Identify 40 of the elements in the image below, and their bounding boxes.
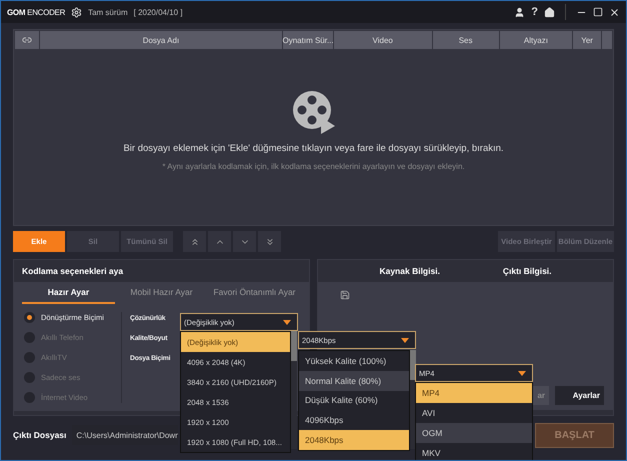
save-icon[interactable]: [340, 290, 350, 300]
link-icon[interactable]: [22, 35, 32, 45]
dropdown-option[interactable]: 2048Kbps: [299, 430, 409, 450]
help-button[interactable]: ?: [531, 6, 538, 18]
column-header[interactable]: Yer: [573, 31, 601, 49]
preset-tab[interactable]: Favori Öntanımlı Ayar: [208, 282, 301, 304]
close-icon[interactable]: [609, 6, 620, 18]
info-tab[interactable]: Çıktı Bilgisi.: [502, 266, 552, 276]
radio-button[interactable]: [24, 352, 35, 363]
column-header[interactable]: Dosya Adı: [40, 31, 282, 49]
version-date: [ 2020/04/10 ]: [134, 8, 183, 16]
settings-button[interactable]: Ayarlar: [555, 386, 604, 405]
film-reel-icon: [290, 88, 336, 134]
output-label: Çıktı Dosyası: [13, 430, 66, 440]
column-header[interactable]: Video: [334, 31, 432, 49]
column-header[interactable]: Ses: [432, 31, 498, 49]
radio-button[interactable]: [24, 372, 35, 383]
dropdown-option[interactable]: Normal Kalite (80%): [299, 370, 409, 391]
empty-list-message: Bir dosyayı eklemek için 'Ekle' düğmesine tıklayın veya fare ile dosyayı sürükleyip, bırakın.: [123, 142, 504, 154]
column-header[interactable]: Altyazı: [500, 31, 572, 49]
radio-button[interactable]: [24, 392, 35, 403]
maximize-icon[interactable]: [593, 7, 603, 17]
caret-icon: [283, 320, 291, 324]
home-icon[interactable]: [544, 6, 555, 18]
caret-icon: [518, 370, 526, 376]
hint-text: * Aynı ayarlarla kodlamak için, ilk kodlama seçeneklerini ayarlayın ve dosyayı ekleyin.: [162, 162, 465, 170]
info-tab[interactable]: Kaynak Bilgisi.: [379, 266, 440, 276]
dropdown-option[interactable]: MP4: [416, 383, 532, 403]
radio-button[interactable]: [24, 332, 35, 343]
user-icon[interactable]: [514, 6, 526, 18]
caret-icon: [401, 338, 409, 342]
radio-button[interactable]: [24, 312, 35, 323]
app-logo: GOM ENCODER: [7, 8, 66, 16]
settings-icon[interactable]: [71, 6, 82, 18]
column-header[interactable]: Oynatım Sür...: [283, 31, 333, 49]
edition-label: Tam sürüm: [88, 8, 128, 16]
preset-tab[interactable]: Mobil Hazır Ayar: [115, 282, 208, 304]
dropdown-option[interactable]: OGM: [416, 423, 532, 443]
preset-tab[interactable]: Hazır Ayar: [22, 282, 115, 304]
panel-title: Kodlama seçenekleri aya: [22, 266, 124, 276]
